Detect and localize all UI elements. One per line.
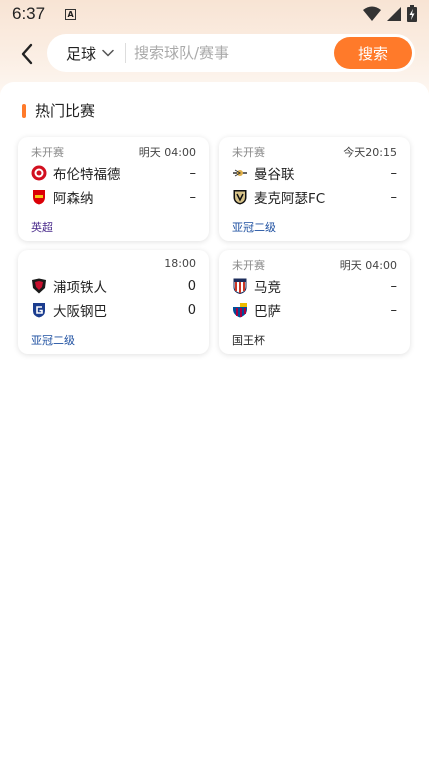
sport-select-value: 足球 — [66, 44, 97, 63]
notification-icon: A — [65, 8, 77, 20]
atletico-logo-icon — [232, 278, 248, 294]
back-button[interactable] — [16, 40, 40, 68]
pohang-logo-icon — [31, 278, 47, 294]
search-row: 足球 搜索 — [0, 34, 429, 74]
macarthur-logo-icon — [232, 189, 248, 205]
home-team-row: 浦项铁人 0 — [31, 276, 196, 296]
barcelona-logo-icon — [232, 302, 248, 318]
match-status: 未开赛 — [31, 146, 64, 159]
away-team-name: 大阪钢巴 — [53, 304, 107, 320]
home-team-score: – — [390, 165, 398, 181]
match-card[interactable]: 未开赛 今天20:15 曼谷联 – 麦克阿瑟FC – 亚冠二级 — [219, 137, 410, 241]
home-team-row: 布伦特福德 – — [31, 163, 196, 183]
away-team-row: 麦克阿瑟FC – — [232, 187, 397, 207]
signal-icon — [387, 6, 401, 21]
gamba-osaka-logo-icon — [31, 302, 47, 318]
away-team-row: 阿森纳 – — [31, 187, 196, 207]
match-time: 今天20:15 — [343, 146, 397, 159]
brentford-logo-icon — [31, 165, 47, 181]
home-team-score: – — [390, 278, 398, 294]
home-team-name: 曼谷联 — [254, 167, 295, 183]
home-team-score: – — [189, 165, 197, 181]
section-title: 热门比赛 — [22, 100, 95, 121]
league-label: 亚冠二级 — [31, 334, 75, 347]
home-team-name: 浦项铁人 — [53, 280, 107, 296]
match-status: 未开赛 — [232, 146, 265, 159]
bangkok-united-logo-icon — [232, 165, 248, 181]
match-card[interactable]: 未开赛 明天 04:00 布伦特福德 – 阿森纳 – 英超 — [18, 137, 209, 241]
home-team-row: 曼谷联 – — [232, 163, 397, 183]
search-button[interactable]: 搜索 — [334, 37, 412, 69]
arsenal-logo-icon — [31, 189, 47, 205]
search-input[interactable] — [134, 44, 324, 62]
home-team-name: 布伦特福德 — [53, 167, 121, 183]
status-bar: 6:37 A — [0, 0, 429, 28]
chevron-left-icon — [21, 43, 33, 65]
match-time: 明天 04:00 — [138, 146, 196, 159]
match-card-header: 18:00 — [31, 257, 196, 271]
match-time: 明天 04:00 — [339, 259, 397, 272]
search-box: 足球 搜索 — [47, 34, 415, 72]
match-card-header: 未开赛 明天 04:00 — [232, 257, 397, 272]
away-team-name: 巴萨 — [254, 304, 281, 320]
match-card-header: 未开赛 明天 04:00 — [31, 144, 196, 159]
search-divider — [125, 43, 126, 63]
title-accent-bar — [22, 103, 26, 118]
away-team-row: 大阪钢巴 0 — [31, 300, 196, 320]
home-team-row: 马竞 – — [232, 276, 397, 296]
chevron-down-icon — [102, 49, 114, 57]
away-team-score: – — [189, 189, 197, 205]
status-time: 6:37 — [12, 4, 46, 23]
league-label: 亚冠二级 — [232, 221, 276, 234]
match-card[interactable]: 未开赛 明天 04:00 马竞 – 巴萨 – 国王杯 — [219, 250, 410, 354]
away-team-score: 0 — [187, 302, 196, 318]
section-title-text: 热门比赛 — [35, 102, 96, 120]
content-panel: 热门比赛 未开赛 明天 04:00 布伦特福德 – 阿森纳 – 英超 未开赛 今… — [0, 82, 429, 764]
match-time: 18:00 — [164, 257, 196, 270]
status-icons — [363, 5, 417, 22]
away-team-row: 巴萨 – — [232, 300, 397, 320]
home-team-name: 马竞 — [254, 280, 281, 296]
battery-icon — [407, 5, 417, 22]
away-team-name: 阿森纳 — [53, 191, 94, 207]
away-team-score: – — [390, 189, 398, 205]
sport-select[interactable]: 足球 — [47, 43, 125, 64]
match-status: 未开赛 — [232, 259, 265, 272]
league-label: 国王杯 — [232, 334, 265, 347]
away-team-score: – — [390, 302, 398, 318]
match-card-header: 未开赛 今天20:15 — [232, 144, 397, 159]
home-team-score: 0 — [187, 278, 196, 294]
away-team-name: 麦克阿瑟FC — [254, 191, 326, 207]
league-label: 英超 — [31, 221, 53, 234]
match-card[interactable]: 18:00 浦项铁人 0 大阪钢巴 0 亚冠二级 — [18, 250, 209, 354]
wifi-icon — [363, 6, 381, 21]
